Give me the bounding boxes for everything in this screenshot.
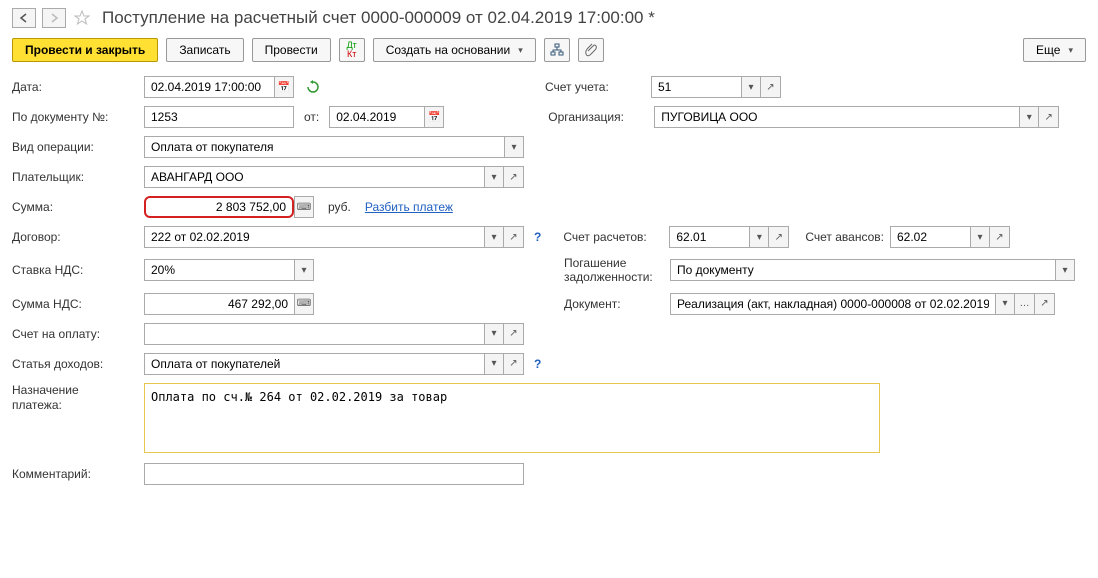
advance-acc-input[interactable] xyxy=(890,226,970,248)
arrow-left-icon xyxy=(19,13,29,23)
post-and-close-button[interactable]: Провести и закрыть xyxy=(12,38,158,62)
purpose-textarea[interactable] xyxy=(144,383,880,453)
more-button[interactable]: Еще xyxy=(1023,38,1086,62)
dropdown-icon[interactable]: ▾ xyxy=(294,259,314,281)
calc-icon[interactable]: ⌨ xyxy=(294,293,314,315)
invoice-label: Счет на оплату: xyxy=(12,327,138,341)
dt-kt-button[interactable]: ДтКт xyxy=(339,38,365,62)
document-label: Документ: xyxy=(564,297,664,311)
sum-input[interactable] xyxy=(144,196,294,218)
dropdown-icon[interactable]: ▾ xyxy=(741,76,761,98)
settle-acc-label: Счет расчетов: xyxy=(563,230,663,244)
post-button[interactable]: Провести xyxy=(252,38,331,62)
page-title: Поступление на расчетный счет 0000-00000… xyxy=(102,8,655,28)
create-based-on-button[interactable]: Создать на основании xyxy=(373,38,536,62)
paperclip-icon xyxy=(584,43,598,57)
calendar-icon[interactable]: 📅 xyxy=(274,76,294,98)
purpose-label: Назначениеплатежа: xyxy=(12,383,138,414)
org-label: Организация: xyxy=(548,110,648,124)
dropdown-icon[interactable]: ▾ xyxy=(484,166,504,188)
nav-forward-button[interactable] xyxy=(42,8,66,28)
from-label: от: xyxy=(304,110,319,124)
invoice-input[interactable] xyxy=(144,323,484,345)
account-input[interactable] xyxy=(651,76,741,98)
dropdown-icon[interactable]: ▾ xyxy=(1055,259,1075,281)
vat-rate-input[interactable] xyxy=(144,259,294,281)
open-icon[interactable]: ↗ xyxy=(990,226,1010,248)
help-icon[interactable]: ? xyxy=(534,357,541,371)
hierarchy-icon xyxy=(550,43,564,57)
comment-label: Комментарий: xyxy=(12,467,138,481)
payer-label: Плательщик: xyxy=(12,170,138,184)
save-button[interactable]: Записать xyxy=(166,38,243,62)
date-label: Дата: xyxy=(12,80,138,94)
nav-back-button[interactable] xyxy=(12,8,36,28)
document-input[interactable] xyxy=(670,293,995,315)
open-icon[interactable]: ↗ xyxy=(504,166,524,188)
arrow-right-icon xyxy=(49,13,59,23)
attachment-button[interactable] xyxy=(578,38,604,62)
calc-icon[interactable]: ⌨ xyxy=(294,196,314,218)
dropdown-icon[interactable]: ▾ xyxy=(484,353,504,375)
refresh-icon[interactable] xyxy=(306,80,320,94)
dropdown-icon[interactable]: ▾ xyxy=(995,293,1015,315)
split-payment-link[interactable]: Разбить платеж xyxy=(365,200,453,214)
advance-acc-label: Счет авансов: xyxy=(805,230,884,244)
open-icon[interactable]: ↗ xyxy=(504,226,524,248)
dropdown-icon[interactable]: ▾ xyxy=(484,323,504,345)
settle-acc-input[interactable] xyxy=(669,226,749,248)
income-item-label: Статья доходов: xyxy=(12,357,138,371)
vat-rate-label: Ставка НДС: xyxy=(12,263,138,277)
open-icon[interactable]: ↗ xyxy=(1035,293,1055,315)
org-input[interactable] xyxy=(654,106,1019,128)
help-icon[interactable]: ? xyxy=(534,230,541,244)
open-icon[interactable]: ↗ xyxy=(769,226,789,248)
dropdown-icon[interactable]: ▾ xyxy=(970,226,990,248)
dropdown-icon[interactable]: ▾ xyxy=(504,136,524,158)
dropdown-icon[interactable]: ▾ xyxy=(484,226,504,248)
calendar-icon[interactable]: 📅 xyxy=(424,106,444,128)
debt-pay-label: Погашениезадолженности: xyxy=(564,256,664,285)
comment-input[interactable] xyxy=(144,463,524,485)
contract-input[interactable] xyxy=(144,226,484,248)
payer-input[interactable] xyxy=(144,166,484,188)
doc-no-label: По документу №: xyxy=(12,110,138,124)
open-icon[interactable]: ↗ xyxy=(504,353,524,375)
debt-pay-input[interactable] xyxy=(670,259,1055,281)
date-input[interactable] xyxy=(144,76,274,98)
select-icon[interactable]: … xyxy=(1015,293,1035,315)
contract-label: Договор: xyxy=(12,230,138,244)
op-type-input[interactable] xyxy=(144,136,504,158)
open-icon[interactable]: ↗ xyxy=(504,323,524,345)
op-type-label: Вид операции: xyxy=(12,140,138,154)
rub-label: руб. xyxy=(328,200,351,214)
dropdown-icon[interactable]: ▾ xyxy=(749,226,769,248)
doc-no-input[interactable] xyxy=(144,106,294,128)
income-item-input[interactable] xyxy=(144,353,484,375)
favorite-star-icon[interactable] xyxy=(72,8,92,28)
account-label: Счет учета: xyxy=(545,80,645,94)
vat-sum-input[interactable] xyxy=(144,293,294,315)
open-icon[interactable]: ↗ xyxy=(1039,106,1059,128)
sum-label: Сумма: xyxy=(12,200,138,214)
dropdown-icon[interactable]: ▾ xyxy=(1019,106,1039,128)
doc-date-input[interactable] xyxy=(329,106,424,128)
structure-button[interactable] xyxy=(544,38,570,62)
open-icon[interactable]: ↗ xyxy=(761,76,781,98)
vat-sum-label: Сумма НДС: xyxy=(12,297,138,311)
